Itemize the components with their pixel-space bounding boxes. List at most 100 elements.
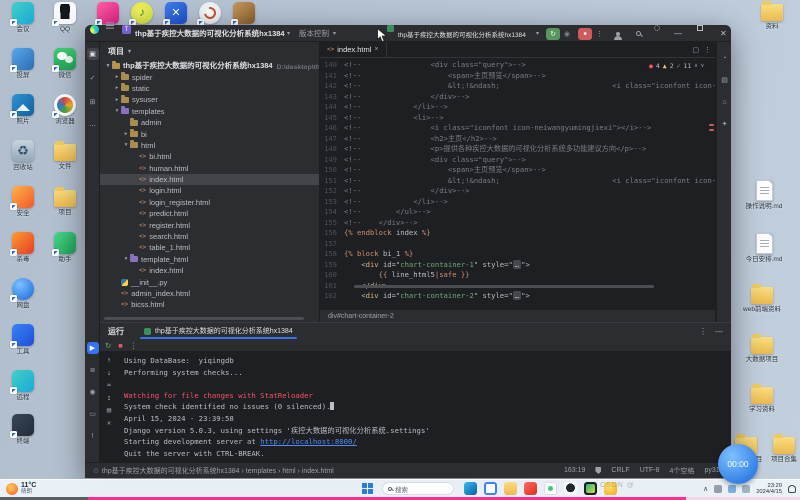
code-line[interactable]: 156 {% endblock index %} [320,228,715,239]
code-line[interactable]: 151 <!-- &lt;!&ndash; <i class="iconfont … [320,176,715,187]
editor-hscrollbar[interactable] [354,285,654,288]
tree-item-static[interactable]: ▸ static [100,83,319,94]
tree-item-spider[interactable]: ▸ spider [100,71,319,82]
code-line[interactable]: 152 <!-- </div>--> [320,186,715,197]
tree-item-predict.html[interactable]: <> predict.html [100,208,319,219]
desktop-icon-photos[interactable]: 照片 [3,94,43,125]
desktop-icon-game-app[interactable] [224,2,264,26]
desktop-icon-qq[interactable]: QQ [45,2,85,33]
run-tool-icon[interactable]: ▶ [86,342,99,354]
tree-item-bicss.html[interactable]: <> bicss.html [100,299,319,310]
tree-item-admin_index.html[interactable]: <> admin_index.html [100,288,319,299]
desktop-icon-doc-notes[interactable]: 操作说明.md [744,180,784,210]
close-button[interactable]: ✕ [720,25,727,42]
code-with-me-icon[interactable] [614,25,622,42]
desktop-icon-folder-collect[interactable]: 项目合集 [764,433,800,463]
code-editor[interactable]: ● 4 ▲ 2 ✓ 11 ∧ ∨ 140 <!-- <div class="query"… [320,58,715,304]
tree-item-login_register.html[interactable]: <> login_register.html [100,197,319,208]
desktop-icon-top-folder[interactable]: 资料 [752,0,792,30]
taskbar-search[interactable]: 搜索 [382,482,454,495]
desktop-icon-meeting[interactable]: 会议 [3,2,43,33]
ai-assistant-icon[interactable]: ✦ [719,118,731,130]
tree-item-sysuser[interactable]: ▸ sysuser [100,94,319,105]
rerun-button[interactable]: ↻ [546,27,560,40]
code-line[interactable]: 154 <!-- </ul>--> [320,207,715,218]
desktop-icon-folder-web[interactable]: web前端资料 [742,283,782,313]
tree-item-login.html[interactable]: <> login.html [100,185,319,196]
code-line[interactable]: 160 {{ line_html5|safe }} [320,270,715,281]
tree-item-table_1.html[interactable]: <> table_1.html [100,242,319,253]
taskbar-clock[interactable]: 23:20 2024/4/15 [756,483,782,495]
code-line[interactable]: 150 <!-- <span>主页预览</span>--> [320,165,715,176]
structure-tool-icon[interactable]: ⊞ [87,96,99,108]
taskbar-chat[interactable] [544,482,557,495]
inspections-widget[interactable]: ● 4 ▲ 2 ✓ 11 ∧ ∨ [645,61,707,71]
more-tools-icon[interactable]: ⋯ [87,120,99,132]
tray-expand-icon[interactable]: ∧ [703,485,708,493]
run-console[interactable]: ↑ ↓ ≈ ↧ ▤ ✕ Using DataBase: yiqingdb Performin… [100,352,731,462]
code-line[interactable]: 157 [320,239,715,250]
run-process-tab[interactable]: thp基于疾控大数据的可视化分析系统hx1384 [138,323,299,339]
title-bar[interactable]: T thp基于疾控大数据的可视化分析系统hx1384 ▾ 版本控制 ▾ thp基… [85,25,731,42]
minimize-button[interactable]: — [674,25,682,42]
desktop-icon-security[interactable]: 安全 [3,186,43,217]
tree-item-templates[interactable]: ▾ templates [100,106,319,117]
project-panel-header[interactable]: 项目 ▾ [100,42,319,60]
tree-item-index.html[interactable]: <> index.html [100,265,319,276]
error-stripe-mark[interactable] [709,129,714,131]
desktop-icon-remote[interactable]: 远程 [3,370,43,401]
search-everywhere-icon[interactable] [636,25,641,42]
desktop-icon-project-folder[interactable]: 项目 [45,186,85,216]
next-problem-icon[interactable]: ∨ [701,63,704,69]
code-line[interactable]: 148 <!-- <p>提供各种疾控大数据的可视化分析系统多功能建议方向</p>-… [320,144,715,155]
highlighting-shield-icon[interactable] [595,467,602,474]
stop-button[interactable]: ■ [578,27,592,40]
code-line[interactable]: 158 {% block bi_1 %} [320,249,715,260]
tree-item-html[interactable]: ▾ html [100,140,319,151]
error-stripe-mark[interactable] [709,124,714,126]
desktop-icon-doc-plan[interactable]: 今日安排.md [744,233,784,263]
tree-item-bi.html[interactable]: <> bi.html [100,151,319,162]
run-panel-more-icon[interactable]: ⋮ [699,327,707,336]
stop-icon[interactable]: ■ [118,341,123,350]
tree-item-human.html[interactable]: <> human.html [100,163,319,174]
console-more-icon[interactable]: ⋮ [130,341,138,350]
tree-item-search.html[interactable]: <> search.html [100,231,319,242]
prev-problem-icon[interactable]: ∧ [694,63,697,69]
start-button[interactable] [362,483,373,494]
line-separator[interactable]: CRLF [611,467,629,474]
debug-button[interactable]: ◉ [564,25,570,42]
desktop-icon-wechat[interactable]: 微信 [45,48,85,79]
soft-wrap-icon[interactable]: ≈ [107,381,111,389]
code-line[interactable]: 143 <!-- </div>--> [320,92,715,103]
taskbar-browser2[interactable] [484,482,497,495]
desktop-icon-devtool[interactable]: 工具 [3,324,43,355]
tray-icon[interactable] [742,484,751,493]
desktop-icon-folder-study[interactable]: 学习资料 [742,383,782,413]
desktop-icon-terminal-app[interactable]: 终端 [3,414,43,445]
python-console-icon[interactable]: ◉ [87,386,99,398]
code-line[interactable]: 153 <!-- </li>--> [320,197,715,208]
tree-item-index.html[interactable]: <> index.html [100,173,319,186]
code-line[interactable]: 162 <div id="chart-container-2" style="…… [320,291,715,302]
taskbar-music[interactable] [524,482,537,495]
scroll-to-end-icon[interactable]: ↧ [107,394,111,402]
indent-setting[interactable]: 4个空格 [670,466,695,476]
editor-more-icon[interactable]: ⋮ [704,46,711,54]
desktop-icon-antivirus[interactable]: 杀毒 [3,232,43,263]
project-tool-icon[interactable]: ▣ [86,48,99,60]
terminal-tool-icon[interactable]: ▭ [87,408,99,420]
tree-item-__init__.py[interactable]: __init__.py [100,276,319,287]
file-encoding[interactable]: UTF-8 [640,467,660,474]
tree-item-bi[interactable]: ▸ bi [100,128,319,139]
tree-item-thp基于疾控大数据的可视化分析系统hx1384[interactable]: ▾ thp基于疾控大数据的可视化分析系统hx1384D:\desktop\thp基… [100,60,319,71]
desktop-icon-browser[interactable]: 浏览器 [45,94,85,125]
taskbar-weather[interactable]: 11°C 晴朗 [6,482,36,495]
notification-center-icon[interactable] [788,484,796,493]
code-line[interactable]: 142 <!-- &lt;!&ndash; <i class="iconfont … [320,81,715,92]
recording-timer[interactable]: 00:00 [718,444,758,484]
code-line[interactable]: 141 <!-- <span>主页预览</span>--> [320,71,715,82]
tree-item-register.html[interactable]: <> register.html [100,219,319,230]
project-name[interactable]: thp基于疾控大数据的可视化分析系统hx1384 [135,25,285,42]
desktop-icon-recycle-bin[interactable]: 回收站 [3,140,43,171]
